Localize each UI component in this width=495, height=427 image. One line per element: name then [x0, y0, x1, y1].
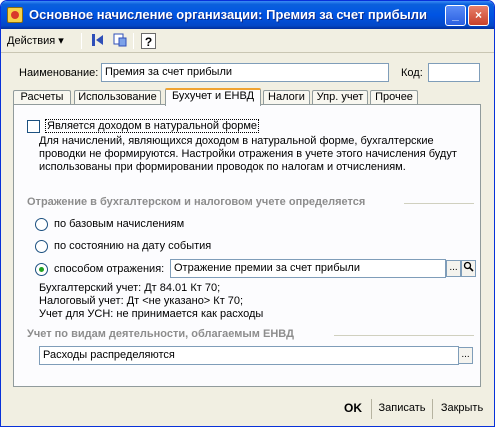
accounting-line: Бухгалтерский учет: Дт 84.01 Кт 70;	[39, 282, 221, 294]
help-window-button[interactable]: _	[445, 5, 466, 26]
close-button[interactable]: Закрыть	[436, 399, 488, 420]
tab-panel-accounting-envd: Является доходом в натуральной форме Для…	[13, 104, 481, 387]
toolbar-separator	[133, 33, 134, 49]
tab-taxes[interactable]: Налоги	[263, 90, 310, 105]
radio-reflection-method-label[interactable]: способом отражения:	[54, 263, 164, 275]
tab-accounting-envd[interactable]: Бухучет и ЕНВД	[165, 88, 261, 106]
envd-section-title: Учет по видам деятельности, облагаемым Е…	[27, 328, 294, 340]
tab-other[interactable]: Прочее	[370, 90, 418, 105]
help-icon[interactable]: ?	[141, 33, 156, 49]
actions-menu[interactable]: Действия ▾	[7, 34, 64, 47]
window-title: Основное начисление организации: Премия …	[29, 7, 428, 22]
radio-event-date[interactable]	[35, 240, 48, 253]
radio-base-accruals-label[interactable]: по базовым начислениям	[54, 218, 184, 230]
search-icon[interactable]	[461, 260, 476, 277]
footer-separator	[432, 399, 433, 419]
refresh-icon[interactable]	[111, 32, 129, 50]
reflection-select-button[interactable]: ...	[446, 260, 461, 277]
name-field[interactable]: Премия за счет прибыли	[101, 63, 389, 82]
save-button[interactable]: Записать	[375, 399, 429, 420]
radio-event-date-label[interactable]: по состоянию на дату события	[54, 240, 211, 252]
usn-accounting-line: Учет для УСН: не принимается как расходы	[39, 308, 264, 320]
in-kind-note-line: проводки не формируются. Настройки отраж…	[39, 148, 457, 160]
in-kind-checkbox-label[interactable]: Является доходом в натуральной форме	[45, 119, 260, 133]
toolbar-separator	[81, 33, 82, 49]
radio-reflection-method[interactable]	[35, 263, 48, 276]
name-label: Наименование:	[19, 67, 99, 79]
tax-accounting-line: Налоговый учет: Дт <не указано> Кт 70;	[39, 295, 244, 307]
app-icon	[7, 7, 23, 23]
dialog-window: Основное начисление организации: Премия …	[0, 0, 495, 427]
tab-calculations[interactable]: Расчеты	[13, 90, 71, 105]
in-kind-note-line: Для начислений, являющихся доходом в нат…	[39, 135, 434, 147]
code-field[interactable]	[428, 63, 480, 82]
ok-button[interactable]: OK	[339, 399, 367, 420]
radio-base-accruals[interactable]	[35, 218, 48, 231]
toolbar: Действия ▾ ?	[1, 29, 494, 53]
code-label: Код:	[401, 67, 423, 79]
envd-distribution-field[interactable]: Расходы распределяются	[39, 346, 459, 365]
title-bar[interactable]: Основное начисление организации: Премия …	[1, 1, 494, 29]
reflection-section-title: Отражение в бухгалтерском и налоговом уч…	[27, 196, 366, 208]
in-kind-checkbox[interactable]	[27, 120, 40, 133]
in-kind-note-line: использованы при формировании проводок п…	[39, 161, 406, 173]
tab-management-accounting[interactable]: Упр. учет	[312, 90, 368, 105]
section-divider	[404, 203, 474, 204]
reflection-method-field[interactable]: Отражение премии за счет прибыли	[170, 259, 446, 278]
footer-separator	[371, 399, 372, 419]
tab-usage[interactable]: Использование	[74, 90, 161, 105]
close-window-button[interactable]: ×	[468, 5, 489, 26]
section-divider	[334, 335, 474, 336]
move-up-icon[interactable]	[89, 32, 107, 50]
envd-select-button[interactable]: ...	[458, 347, 473, 364]
